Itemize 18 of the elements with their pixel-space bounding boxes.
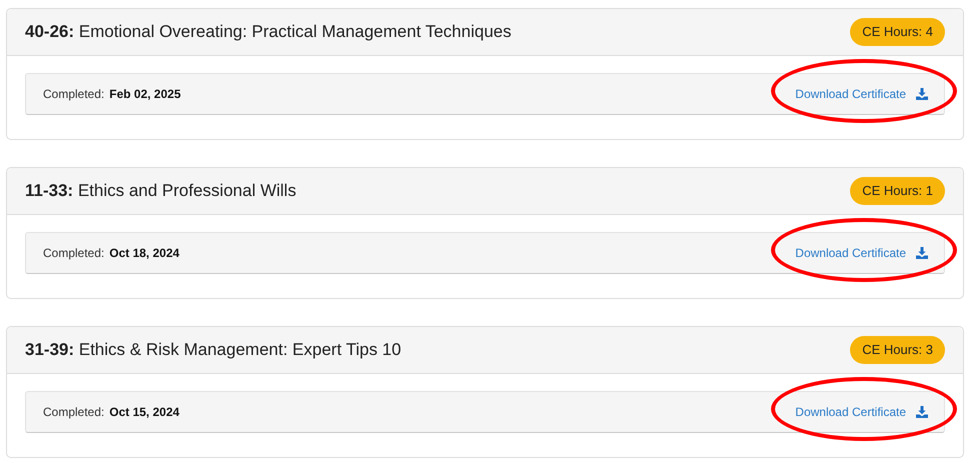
completed-label: Completed: [43, 404, 104, 421]
download-icon [916, 406, 928, 418]
ce-hours-badge: CE Hours: 4 [850, 18, 945, 46]
completed-date: Oct 15, 2024 [109, 404, 180, 421]
completed-date: Feb 02, 2025 [109, 86, 181, 103]
ce-hours-badge: CE Hours: 1 [850, 177, 945, 205]
download-icon [916, 88, 928, 100]
download-icon [916, 247, 928, 259]
download-certificate-link[interactable]: Download Certificate [795, 244, 928, 262]
completed-label: Completed: [43, 245, 104, 262]
course-title: 31-39: Ethics & Risk Management: Expert Tips 10 [25, 339, 402, 362]
completed-label: Completed: [43, 86, 104, 103]
course-title: 40-26: Emotional Overeating: Practical Management Techniques [25, 21, 512, 44]
download-certificate-link[interactable]: Download Certificate [795, 403, 928, 421]
completed-date: Oct 18, 2024 [109, 245, 180, 262]
download-certificate-link[interactable]: Download Certificate [795, 85, 928, 103]
course-title: 11-33: Ethics and Professional Wills [25, 180, 296, 202]
ce-hours-badge: CE Hours: 3 [850, 336, 945, 364]
